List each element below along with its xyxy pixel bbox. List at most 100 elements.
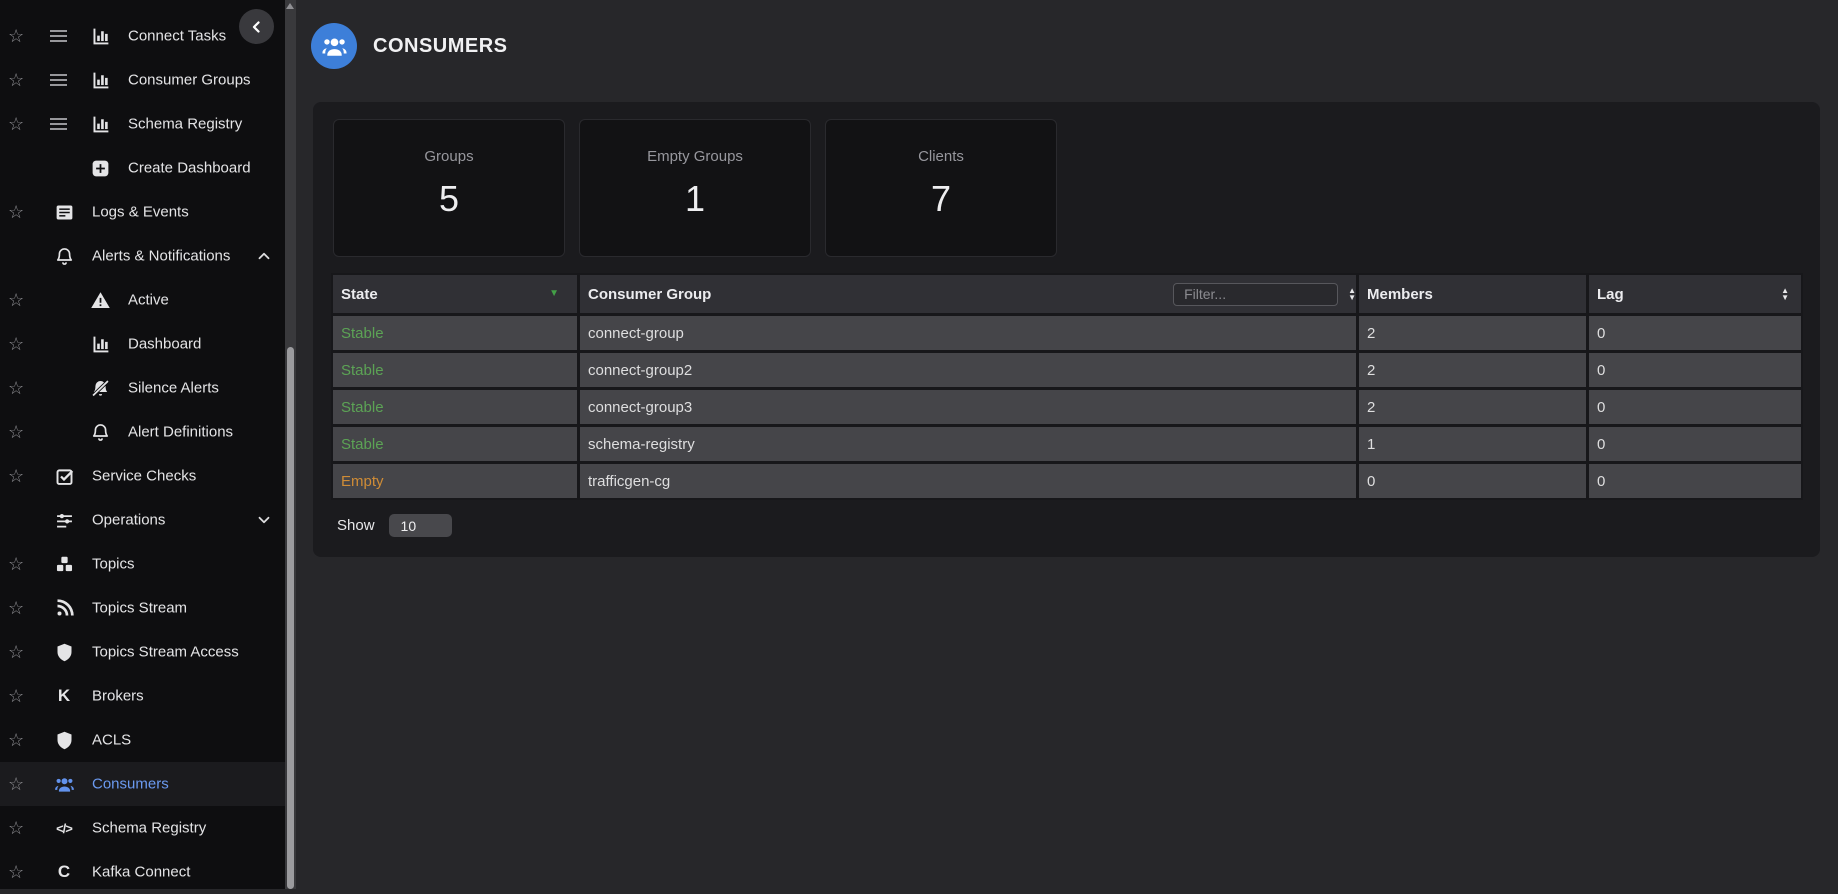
sidebar-item-acls[interactable]: ☆ ACLS xyxy=(0,718,285,762)
sidebar-item-schema-registry[interactable]: ☆ </> Schema Registry xyxy=(0,806,285,850)
column-header-consumer-group[interactable]: Consumer Group ▲▼ xyxy=(580,275,1356,313)
page-size-select[interactable]: 10 xyxy=(388,514,452,537)
favorite-star-icon[interactable]: ☆ xyxy=(8,115,24,133)
sidebar-scrollbar-thumb[interactable] xyxy=(287,347,294,889)
sidebar-item-brokers[interactable]: ☆ K Brokers xyxy=(0,674,285,718)
sidebar-item-label: Topics Stream xyxy=(92,599,188,617)
favorite-star-icon[interactable]: ☆ xyxy=(8,863,24,881)
cell-lag: 0 xyxy=(1589,427,1801,461)
sidebar-item-label: ACLS xyxy=(92,731,132,749)
cell-members: 1 xyxy=(1359,427,1586,461)
favorite-star-icon[interactable]: ☆ xyxy=(8,27,24,45)
sidebar-item-alerts-notifications[interactable]: Alerts & Notifications xyxy=(0,234,285,278)
sidebar-item-active[interactable]: ☆ Active xyxy=(0,278,285,322)
favorite-star-icon[interactable]: ☆ xyxy=(8,643,24,661)
sidebar-item-alert-definitions[interactable]: ☆ Alert Definitions xyxy=(0,410,285,454)
favorite-star-icon[interactable]: ☆ xyxy=(8,819,24,837)
favorite-star-icon[interactable]: ☆ xyxy=(8,467,24,485)
letter-c-icon: C xyxy=(57,862,71,881)
cell-consumer-group: schema-registry xyxy=(580,427,1356,461)
chevron-up-icon[interactable] xyxy=(255,247,273,265)
sidebar-item-consumer-groups[interactable]: ☆ Consumer Groups xyxy=(0,58,285,102)
cell-state: Empty xyxy=(333,464,577,498)
stat-card-value: 7 xyxy=(930,178,952,219)
sidebar-collapse-button[interactable] xyxy=(239,9,274,44)
favorite-star-icon[interactable]: ☆ xyxy=(8,291,24,309)
table-row[interactable]: Stable schema-registry 1 0 xyxy=(333,427,1801,461)
sidebar-item-label: Consumer Groups xyxy=(128,71,251,89)
table-row[interactable]: Stable connect-group 2 0 xyxy=(333,316,1801,350)
sidebar-item-kafka-connect[interactable]: ☆ C Kafka Connect xyxy=(0,850,285,894)
favorite-star-icon[interactable]: ☆ xyxy=(8,599,24,617)
favorite-star-icon[interactable]: ☆ xyxy=(8,775,24,793)
filter-input[interactable] xyxy=(1173,282,1339,306)
bar-chart-icon xyxy=(88,68,112,92)
show-label: Show xyxy=(337,517,375,534)
column-header-lag[interactable]: Lag ▲ ▼ xyxy=(1589,275,1801,313)
cell-consumer-group: trafficgen-cg xyxy=(580,464,1356,498)
sidebar-item-label: Logs & Events xyxy=(92,203,189,221)
sidebar-item-label: Alerts & Notifications xyxy=(92,247,231,265)
favorite-star-icon[interactable]: ☆ xyxy=(8,71,24,89)
sidebar-item-label: Connect Tasks xyxy=(128,27,227,45)
cell-lag: 0 xyxy=(1589,316,1801,350)
sidebar-item-schema-registry[interactable]: ☆ Schema Registry xyxy=(0,102,285,146)
drag-handle-icon[interactable] xyxy=(50,30,67,42)
scrollbar-up-arrow-icon[interactable] xyxy=(286,3,294,9)
column-header-members[interactable]: Members xyxy=(1359,275,1586,313)
pagination-controls: Show 10 xyxy=(337,514,452,537)
stat-card-label: Empty Groups xyxy=(647,148,743,165)
bar-chart-icon xyxy=(88,24,112,48)
cell-members: 2 xyxy=(1359,390,1586,424)
sidebar-item-topics-stream-access[interactable]: ☆ Topics Stream Access xyxy=(0,630,285,674)
sidebar-item-operations[interactable]: Operations xyxy=(0,498,285,542)
favorite-star-icon[interactable]: ☆ xyxy=(8,379,24,397)
stat-card-empty-groups: Empty Groups 1 xyxy=(579,119,811,257)
sidebar-item-silence-alerts[interactable]: ☆ Silence Alerts xyxy=(0,366,285,410)
sidebar-item-dashboard[interactable]: ☆ Dashboard xyxy=(0,322,285,366)
cell-state: Stable xyxy=(333,316,577,350)
bar-chart-icon xyxy=(88,112,112,136)
column-header-state[interactable]: State ▼ xyxy=(333,275,577,313)
sidebar-item-create-dashboard[interactable]: Create Dashboard xyxy=(0,146,285,190)
sidebar-item-topics[interactable]: ☆ Topics xyxy=(0,542,285,586)
sidebar-scrollbar[interactable] xyxy=(285,0,296,889)
rss-icon xyxy=(52,596,76,620)
chevron-down-icon[interactable] xyxy=(255,511,273,529)
cell-members: 0 xyxy=(1359,464,1586,498)
cell-consumer-group: connect-group3 xyxy=(580,390,1356,424)
shield-icon xyxy=(52,728,76,752)
sidebar-item-service-checks[interactable]: ☆ Service Checks xyxy=(0,454,285,498)
favorite-star-icon[interactable]: ☆ xyxy=(8,423,24,441)
table-header-row: State ▼ Consumer Group ▲▼ Members Lag ▲▼ xyxy=(333,275,1801,313)
page-size-value: 10 xyxy=(400,517,417,534)
sort-toggle-icon[interactable]: ▲ ▼ xyxy=(1348,287,1356,302)
cell-members: 2 xyxy=(1359,316,1586,350)
sliders-icon xyxy=(52,508,76,532)
favorite-star-icon[interactable]: ☆ xyxy=(8,731,24,749)
sidebar-item-consumers[interactable]: ☆ Consumers xyxy=(0,762,285,806)
favorite-star-icon[interactable]: ☆ xyxy=(8,555,24,573)
sort-descending-icon[interactable]: ▼ xyxy=(549,289,559,299)
drag-handle-icon[interactable] xyxy=(50,118,67,130)
favorite-star-icon[interactable]: ☆ xyxy=(8,687,24,705)
sidebar-item-logs-events[interactable]: ☆ Logs & Events xyxy=(0,190,285,234)
stat-card-value: 1 xyxy=(684,178,706,219)
consumer-groups-table: State ▼ Consumer Group ▲▼ Members Lag ▲▼ xyxy=(331,273,1803,500)
table-row[interactable]: Stable connect-group2 2 0 xyxy=(333,353,1801,387)
favorite-star-icon[interactable]: ☆ xyxy=(8,203,24,221)
table-row[interactable]: Empty trafficgen-cg 0 0 xyxy=(333,464,1801,498)
sort-toggle-icon[interactable]: ▲ ▼ xyxy=(1781,287,1789,302)
drag-handle-icon[interactable] xyxy=(50,74,67,86)
sidebar-item-label: Dashboard xyxy=(128,335,202,353)
stat-card-clients: Clients 7 xyxy=(825,119,1057,257)
bell-slash-icon xyxy=(88,376,112,400)
consumers-users-icon xyxy=(311,23,357,69)
sidebar-item-topics-stream[interactable]: ☆ Topics Stream xyxy=(0,586,285,630)
shield-icon xyxy=(52,640,76,664)
state-header-label: State xyxy=(341,285,378,303)
bell-icon xyxy=(88,420,112,444)
members-header-label: Members xyxy=(1367,285,1433,303)
favorite-star-icon[interactable]: ☆ xyxy=(8,335,24,353)
table-row[interactable]: Stable connect-group3 2 0 xyxy=(333,390,1801,424)
